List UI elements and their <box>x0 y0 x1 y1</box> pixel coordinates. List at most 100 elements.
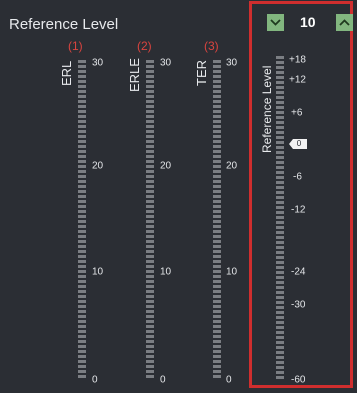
meter-segment <box>78 365 86 368</box>
meter-segment <box>213 265 221 268</box>
meter-segment <box>276 176 284 179</box>
meter-erle-tick-30: 30 <box>160 57 172 69</box>
meter-segment <box>276 131 284 134</box>
meter-segment <box>78 350 86 353</box>
meter-segment <box>276 251 284 254</box>
chevron-down-icon <box>270 19 281 26</box>
meter-segment <box>78 375 86 378</box>
meter-segment <box>276 91 284 94</box>
meter-segment <box>146 340 154 343</box>
meter-segment <box>276 236 284 239</box>
meter-segment <box>146 350 154 353</box>
meter-segment <box>78 185 86 188</box>
meter-segment <box>146 75 154 78</box>
meter-segment <box>78 95 86 98</box>
meter-segment <box>78 60 86 63</box>
meter-erle-tick-0: 0 <box>160 374 166 386</box>
meter-segment <box>276 321 284 324</box>
meter-segment <box>276 291 284 294</box>
meter-segment <box>146 140 154 143</box>
meter-segment <box>213 360 221 363</box>
meter-segment <box>146 195 154 198</box>
meter-segment <box>146 100 154 103</box>
meter-segment <box>78 300 86 303</box>
meter-segment <box>78 120 86 123</box>
meter-segment <box>146 370 154 373</box>
meter-segment <box>213 295 221 298</box>
meter-segment <box>146 200 154 203</box>
meter-segment <box>276 306 284 309</box>
meter-segment <box>276 151 284 154</box>
meter-segment <box>276 211 284 214</box>
meter-segment <box>213 310 221 313</box>
meter-segment <box>213 90 221 93</box>
meter-erle-label: ERLE <box>127 58 142 92</box>
meter-erle-index: (2) <box>137 39 152 53</box>
meter-segment <box>213 65 221 68</box>
meter-segment <box>78 340 86 343</box>
meter-segment <box>146 115 154 118</box>
meter-segment <box>276 331 284 334</box>
meter-segment <box>78 220 86 223</box>
meter-segment <box>78 255 86 258</box>
meter-segment <box>213 345 221 348</box>
meter-segment <box>213 140 221 143</box>
meter-segment <box>78 225 86 228</box>
meter-segment <box>213 210 221 213</box>
meter-segment <box>213 300 221 303</box>
reference-level-increment-button[interactable] <box>336 14 353 31</box>
meter-segment <box>146 205 154 208</box>
meter-ter-tick-10: 10 <box>226 266 238 278</box>
meter-segment <box>213 225 221 228</box>
meter-segment <box>146 110 154 113</box>
meter-segment <box>213 245 221 248</box>
meter-segment <box>146 215 154 218</box>
meter-segment <box>78 145 86 148</box>
meter-segment <box>78 215 86 218</box>
reference-tick-minus6: -6 <box>293 171 302 183</box>
meter-segment <box>78 65 86 68</box>
meter-erl-tick-30: 30 <box>92 57 104 69</box>
reference-level-decrement-button[interactable] <box>267 14 284 31</box>
meter-segment <box>146 375 154 378</box>
meter-segment <box>213 175 221 178</box>
meter-segment <box>213 185 221 188</box>
meter-segment <box>146 145 154 148</box>
meter-segment <box>146 90 154 93</box>
meter-segment <box>78 260 86 263</box>
meter-segment <box>276 181 284 184</box>
meter-segment <box>276 96 284 99</box>
meter-segment <box>276 301 284 304</box>
meter-segment <box>78 345 86 348</box>
meter-segment <box>78 130 86 133</box>
meter-segment <box>213 250 221 253</box>
meter-segment <box>146 135 154 138</box>
meter-segment <box>213 240 221 243</box>
meter-segment <box>276 286 284 289</box>
meter-segment <box>276 201 284 204</box>
meter-segment <box>213 115 221 118</box>
meter-segment <box>213 190 221 193</box>
meter-segment <box>276 311 284 314</box>
meter-segment <box>78 295 86 298</box>
meter-segment <box>276 261 284 264</box>
meter-segment <box>146 70 154 73</box>
meter-segment <box>78 245 86 248</box>
meter-segment <box>146 305 154 308</box>
meter-segment <box>78 205 86 208</box>
meter-segment <box>146 240 154 243</box>
meter-segment <box>213 280 221 283</box>
meter-segment <box>276 341 284 344</box>
meter-segment <box>146 360 154 363</box>
meter-segment <box>78 135 86 138</box>
meter-segment <box>78 250 86 253</box>
meter-erle-tick-10: 10 <box>160 266 172 278</box>
meter-ter-tick-30: 30 <box>226 57 238 69</box>
meter-segment <box>146 105 154 108</box>
meter-segment <box>78 330 86 333</box>
meter-segment <box>276 276 284 279</box>
meter-segment <box>146 245 154 248</box>
meter-segment <box>78 315 86 318</box>
meter-segment <box>276 141 284 144</box>
meter-segment <box>78 335 86 338</box>
